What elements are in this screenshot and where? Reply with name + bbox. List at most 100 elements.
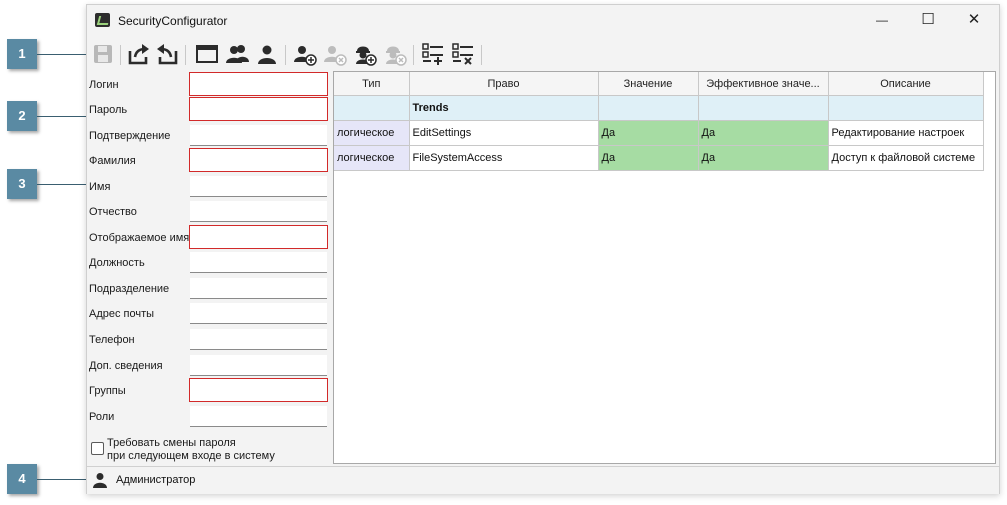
type-cell: логическое [334, 145, 410, 171]
callout-2: 2 [7, 101, 37, 131]
field-label: Пароль [89, 104, 128, 116]
require-password-change-label: Требовать смены пароля при следующем вход… [107, 437, 275, 463]
field-input[interactable] [190, 176, 327, 197]
window-title: SecurityConfigurator [118, 14, 228, 28]
toolbar-separator [481, 45, 482, 65]
group-cell [828, 95, 984, 121]
toolbar-separator [413, 45, 414, 65]
field-label: Логин [89, 79, 119, 91]
maximize-button[interactable]: ☐ [905, 5, 951, 35]
field-input[interactable] [190, 201, 327, 222]
right-cell: FileSystemAccess [409, 145, 599, 171]
title-bar: SecurityConfigurator — ☐ ✕ [87, 5, 999, 35]
field-input[interactable] [189, 225, 328, 249]
callout-1: 1 [7, 39, 37, 69]
users-icon[interactable] [225, 42, 249, 66]
description-cell: Редактирование настроек [828, 120, 984, 146]
add-rights-icon[interactable] [421, 42, 445, 66]
form-row: Подтверждение [87, 123, 332, 148]
field-input[interactable] [190, 252, 327, 273]
callout-4: 4 [7, 464, 37, 494]
export-icon[interactable] [127, 42, 151, 66]
description-cell: Доступ к файловой системе [828, 145, 984, 171]
field-label: Отчество [89, 206, 137, 218]
group-cell [698, 95, 829, 121]
rights-table: Тип Право Значение Эффективное значе... … [334, 72, 984, 171]
grid-header-row: Тип Право Значение Эффективное значе... … [334, 72, 984, 96]
field-input[interactable] [190, 406, 327, 427]
group-row[interactable]: Trends [334, 95, 984, 121]
user-icon[interactable] [255, 42, 279, 66]
form-row: Логин [87, 72, 332, 97]
status-bar: Администратор [87, 466, 999, 494]
minimize-button[interactable]: — [859, 5, 905, 35]
remove-user-icon[interactable] [323, 42, 347, 66]
toolbar-separator [120, 45, 121, 65]
form-row: Роли [87, 404, 332, 429]
table-row[interactable]: логическое FileSystemAccess Да Да Доступ… [334, 145, 984, 171]
field-label: Подтверждение [89, 130, 171, 142]
field-label: Адрес почты [89, 308, 155, 320]
label-line-1: Требовать смены пароля [107, 437, 236, 449]
field-input[interactable] [189, 378, 328, 402]
form-row: Должность [87, 250, 332, 275]
field-label: Должность [89, 257, 145, 269]
form-row: Группы [87, 378, 332, 403]
type-cell: логическое [334, 120, 410, 146]
field-input[interactable] [190, 303, 327, 324]
field-label: Имя [89, 181, 111, 193]
app-logo-icon [95, 13, 110, 27]
field-input[interactable] [190, 329, 327, 350]
rights-grid: Тип Право Значение Эффективное значе... … [333, 71, 996, 464]
field-label: Подразделение [89, 283, 170, 295]
form-row: Отчество [87, 199, 332, 224]
value-cell[interactable]: Да [598, 120, 699, 146]
col-header-value[interactable]: Значение [598, 72, 699, 96]
form-row: Адрес почты [87, 301, 332, 326]
close-button[interactable]: ✕ [951, 5, 997, 35]
field-label: Отображаемое имя [89, 232, 190, 244]
effective-value-cell: Да [698, 145, 829, 171]
remove-rights-icon[interactable] [451, 42, 475, 66]
label-line-2: при следующем входе в систему [107, 450, 275, 462]
group-cell [598, 95, 699, 121]
field-input[interactable] [190, 278, 327, 299]
form-row: Доп. сведения [87, 353, 332, 378]
import-icon[interactable] [155, 42, 179, 66]
field-input[interactable] [189, 148, 328, 172]
value-cell[interactable]: Да [598, 145, 699, 171]
group-cell [334, 95, 410, 121]
col-header-description[interactable]: Описание [828, 72, 984, 96]
form-row: Подразделение [87, 276, 332, 301]
col-header-effective-value[interactable]: Эффективное значе... [698, 72, 829, 96]
toolbar-separator [185, 45, 186, 65]
form-row: Фамилия [87, 148, 332, 173]
require-password-change-checkbox[interactable] [91, 442, 104, 455]
field-label: Группы [89, 385, 126, 397]
field-input[interactable] [189, 72, 328, 96]
form-row: Пароль [87, 97, 332, 122]
current-user-icon [93, 473, 107, 488]
field-input[interactable] [190, 125, 327, 146]
save-icon[interactable] [91, 42, 115, 66]
field-input[interactable] [190, 355, 327, 376]
toolbar [87, 39, 999, 69]
app-window: SecurityConfigurator — ☐ ✕ Логин Пароль … [86, 4, 1000, 494]
field-label: Роли [89, 411, 115, 423]
form-row: Отображаемое имя [87, 225, 332, 250]
col-header-right[interactable]: Право [409, 72, 599, 96]
require-password-change[interactable]: Требовать смены пароля при следующем вход… [89, 437, 329, 467]
callout-3: 3 [7, 169, 37, 199]
add-user-icon[interactable] [293, 42, 317, 66]
field-input[interactable] [189, 97, 328, 121]
remove-role-icon[interactable] [383, 42, 407, 66]
group-name: Trends [409, 95, 599, 121]
add-role-icon[interactable] [353, 42, 377, 66]
col-header-type[interactable]: Тип [334, 72, 410, 96]
table-row[interactable]: логическое EditSettings Да Да Редактиров… [334, 120, 984, 146]
callout-1-line [37, 54, 93, 55]
window-icon[interactable] [195, 42, 219, 66]
field-label: Доп. сведения [89, 360, 163, 372]
user-form: Логин Пароль Подтверждение Фамилия Имя Отчест… [87, 71, 332, 465]
toolbar-separator [285, 45, 286, 65]
